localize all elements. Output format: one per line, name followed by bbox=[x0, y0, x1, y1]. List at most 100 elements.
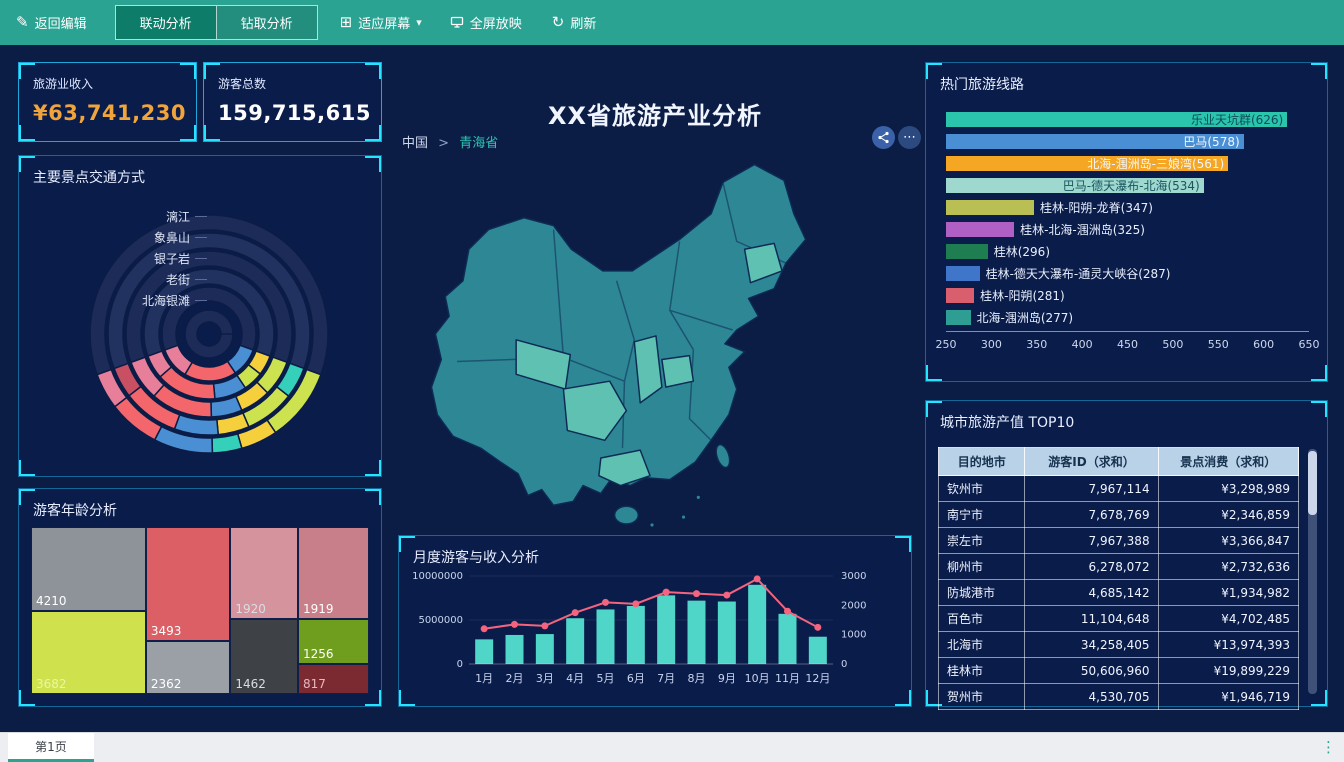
rose-segment bbox=[175, 415, 219, 435]
x-axis-tick: 400 bbox=[1072, 338, 1093, 351]
grid-icon: ⊞ bbox=[340, 15, 353, 30]
treemap-block[interactable]: 2362 bbox=[146, 641, 231, 694]
axis-label: 10月 bbox=[745, 672, 770, 685]
route-bar[interactable] bbox=[946, 244, 988, 259]
table-cell: 北海市 bbox=[939, 632, 1025, 658]
axis-label: 2000 bbox=[841, 600, 866, 611]
route-bar-row[interactable]: 桂林-阳朔-龙脊(347) bbox=[946, 197, 1309, 219]
fit-screen-button[interactable]: ⊞ 适应屏幕 ▾ bbox=[340, 13, 422, 32]
scrollbar-thumb[interactable] bbox=[1308, 451, 1317, 515]
rose-category-label: 漓江 bbox=[59, 206, 207, 227]
axis-label: 0 bbox=[457, 659, 463, 670]
treemap-block[interactable]: 1462 bbox=[230, 619, 298, 694]
table-header-cell[interactable]: 景点消费（求和） bbox=[1158, 448, 1298, 476]
table-row[interactable]: 南宁市7,678,769¥2,346,859 bbox=[939, 502, 1299, 528]
treemap-block[interactable]: 3493 bbox=[146, 527, 231, 641]
routes-bar-chart[interactable]: 乐业天坑群(626) 巴马(578) 北海-涠洲岛-三娘湾(561) 巴马-德天瀑布-… bbox=[946, 109, 1309, 329]
table-cell: ¥13,974,393 bbox=[1158, 632, 1298, 658]
route-bar-row[interactable]: 桂林-阳朔(281) bbox=[946, 285, 1309, 307]
route-bar-row[interactable]: 桂林-北海-涠洲岛(325) bbox=[946, 219, 1309, 241]
kpi-value: 159,715,615 bbox=[218, 101, 381, 125]
treemap-value-label: 4210 bbox=[36, 594, 67, 608]
route-bar-label: 桂林-德天大瀑布-通灵大峡谷(287) bbox=[986, 268, 1171, 280]
route-bar[interactable]: 北海-涠洲岛-三娘湾(561) bbox=[946, 156, 1228, 171]
map-linkage-button[interactable] bbox=[872, 126, 895, 149]
route-bar-row[interactable]: 巴马(578) bbox=[946, 131, 1309, 153]
treemap-chart[interactable]: 4210 3682 3493 2362 1920191914621256817 bbox=[31, 527, 369, 694]
monthly-combo-chart[interactable]: 050000001000000001000200030001月2月3月4月5月6… bbox=[403, 564, 903, 704]
ellipsis-icon: ⋯ bbox=[903, 130, 916, 145]
route-bar[interactable] bbox=[946, 288, 974, 303]
table-cell: 7,967,114 bbox=[1025, 476, 1158, 502]
x-axis-tick: 250 bbox=[936, 338, 957, 351]
treemap-block[interactable]: 1919 bbox=[298, 527, 369, 619]
treemap-block[interactable]: 3682 bbox=[31, 611, 146, 695]
table-row[interactable]: 崇左市7,967,388¥3,366,847 bbox=[939, 528, 1299, 554]
treemap-block[interactable]: 1920 bbox=[230, 527, 298, 619]
table-cell: ¥19,899,229 bbox=[1158, 658, 1298, 684]
treemap-block[interactable]: 4210 bbox=[31, 527, 146, 611]
line-point bbox=[602, 599, 609, 606]
table-cell: 贺州市 bbox=[939, 684, 1025, 710]
china-map[interactable] bbox=[398, 112, 910, 548]
line-point bbox=[814, 624, 821, 631]
axis-label: 2月 bbox=[506, 672, 524, 685]
route-bar-row[interactable]: 乐业天坑群(626) bbox=[946, 109, 1309, 131]
route-bar-label: 桂林-北海-涠洲岛(325) bbox=[1020, 224, 1145, 236]
route-bar[interactable] bbox=[946, 222, 1014, 237]
table-scrollbar[interactable] bbox=[1308, 449, 1317, 694]
treemap-block[interactable]: 1256 bbox=[298, 619, 369, 664]
map-hainan-island[interactable] bbox=[615, 506, 639, 524]
map-island-dot bbox=[650, 523, 653, 526]
back-to-edit-button[interactable]: ✎ 返回编辑 bbox=[16, 13, 87, 32]
route-bar[interactable] bbox=[946, 310, 971, 325]
table-header-cell[interactable]: 游客ID（求和） bbox=[1025, 448, 1158, 476]
axis-label: 1000 bbox=[841, 630, 866, 641]
route-bar[interactable] bbox=[946, 200, 1034, 215]
tab-page1[interactable]: 第1页 bbox=[8, 733, 94, 760]
tab-menu-icon[interactable]: ⋮ bbox=[1321, 738, 1336, 756]
route-bar[interactable]: 乐业天坑群(626) bbox=[946, 112, 1287, 127]
table-header-cell[interactable]: 目的地市 bbox=[939, 448, 1025, 476]
route-bar-row[interactable]: 北海-涠洲岛-三娘湾(561) bbox=[946, 153, 1309, 175]
analysis-mode-group: 联动分析 钻取分析 bbox=[115, 5, 318, 40]
fullscreen-play-button[interactable]: 全屏放映 bbox=[450, 13, 522, 32]
rose-category-label: 银子岩 bbox=[59, 248, 207, 269]
linkage-icon bbox=[877, 131, 890, 144]
route-bar-row[interactable]: 桂林(296) bbox=[946, 241, 1309, 263]
treemap-block[interactable]: 817 bbox=[298, 664, 369, 694]
table-row[interactable]: 桂林市50,606,960¥19,899,229 bbox=[939, 658, 1299, 684]
line-series bbox=[484, 579, 818, 629]
route-bar-row[interactable]: 巴马-德天瀑布-北海(534) bbox=[946, 175, 1309, 197]
route-bar[interactable]: 巴马(578) bbox=[946, 134, 1244, 149]
table-row[interactable]: 柳州市6,278,072¥2,732,636 bbox=[939, 554, 1299, 580]
route-bar-row[interactable]: 桂林-德天大瀑布-通灵大峡谷(287) bbox=[946, 263, 1309, 285]
x-axis-tick: 600 bbox=[1253, 338, 1274, 351]
route-bar-label: 桂林-阳朔-龙脊(347) bbox=[1040, 202, 1153, 214]
refresh-button[interactable]: ↻ 刷新 bbox=[552, 13, 597, 32]
table-cell: 4,530,705 bbox=[1025, 684, 1158, 710]
route-bar[interactable]: 巴马-德天瀑布-北海(534) bbox=[946, 178, 1204, 193]
table-cell: 50,606,960 bbox=[1025, 658, 1158, 684]
table-row[interactable]: 百色市11,104,648¥4,702,485 bbox=[939, 606, 1299, 632]
drill-analysis-button[interactable]: 钻取分析 bbox=[216, 6, 317, 39]
table-cell: 南宁市 bbox=[939, 502, 1025, 528]
table-cell: ¥4,702,485 bbox=[1158, 606, 1298, 632]
route-bar[interactable] bbox=[946, 266, 980, 281]
table-cell: ¥3,366,847 bbox=[1158, 528, 1298, 554]
map-province-highlight[interactable] bbox=[662, 356, 694, 388]
rose-category-label: 北海银滩 bbox=[59, 290, 207, 311]
dashboard: ✎ 返回编辑 联动分析 钻取分析 ⊞ 适应屏幕 ▾ 全屏放映 ↻ 刷新 旅游业收… bbox=[0, 0, 1344, 762]
line-point bbox=[784, 608, 791, 615]
map-taiwan-island[interactable] bbox=[714, 443, 733, 469]
treemap-value-label: 3493 bbox=[151, 624, 182, 638]
route-bar-row[interactable]: 北海-涠洲岛(277) bbox=[946, 307, 1309, 329]
projector-icon bbox=[450, 16, 464, 29]
table-row[interactable]: 北海市34,258,405¥13,974,393 bbox=[939, 632, 1299, 658]
table-row[interactable]: 钦州市7,967,114¥3,298,989 bbox=[939, 476, 1299, 502]
map-more-button[interactable]: ⋯ bbox=[898, 126, 921, 149]
table-row[interactable]: 贺州市4,530,705¥1,946,719 bbox=[939, 684, 1299, 710]
linkage-analysis-button[interactable]: 联动分析 bbox=[116, 6, 216, 39]
table-row[interactable]: 防城港市4,685,142¥1,934,982 bbox=[939, 580, 1299, 606]
axis-label: 8月 bbox=[688, 672, 706, 685]
